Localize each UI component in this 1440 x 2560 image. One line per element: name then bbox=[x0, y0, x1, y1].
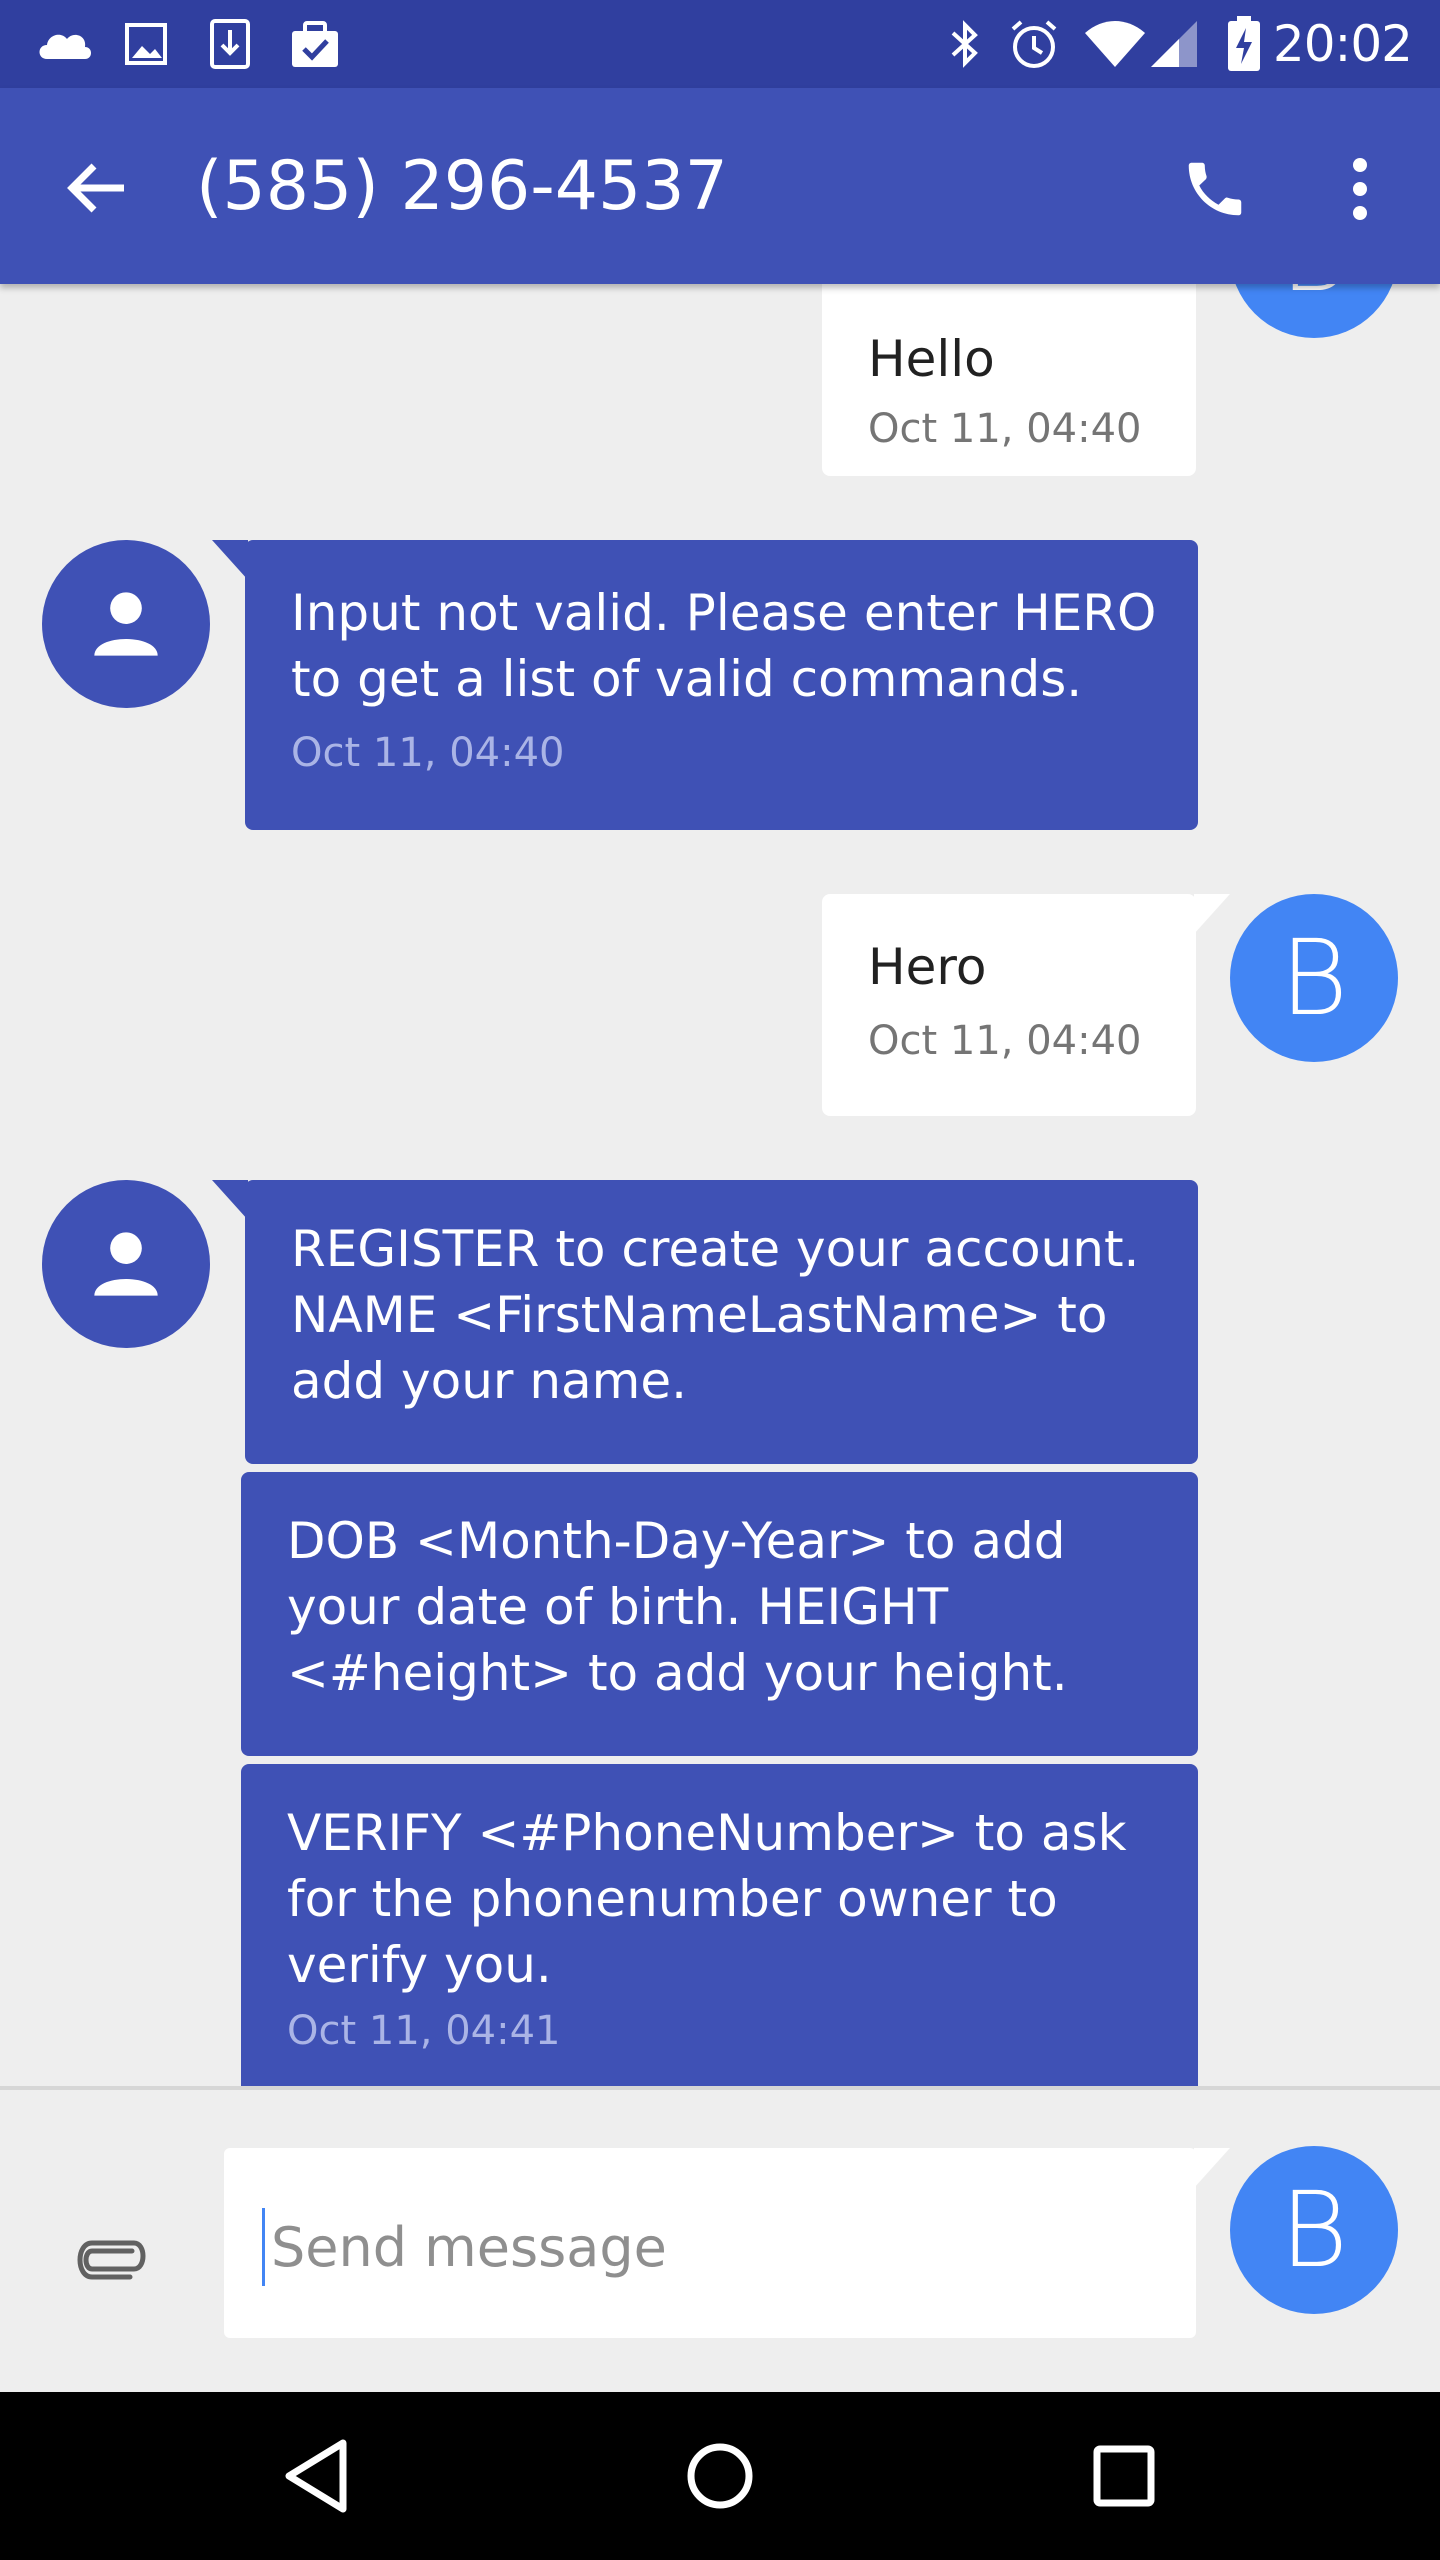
message-timestamp: Oct 11, 04:40 bbox=[868, 1018, 1142, 1064]
message-bubble-incoming[interactable]: Input not valid. Please enter HERO to ge… bbox=[245, 540, 1198, 830]
bluetooth-icon bbox=[940, 18, 990, 70]
paperclip-icon[interactable] bbox=[62, 2230, 162, 2290]
message-timestamp: Oct 11, 04:40 bbox=[291, 730, 565, 776]
navigation-bar bbox=[0, 2392, 1440, 2560]
avatar[interactable] bbox=[42, 540, 210, 708]
phone-icon[interactable] bbox=[1170, 144, 1260, 234]
bubble-tail bbox=[212, 1180, 248, 1220]
message-bubble-incoming[interactable]: VERIFY <#PhoneNumber> to ask for the pho… bbox=[241, 1764, 1198, 2086]
avatar[interactable]: B bbox=[1230, 894, 1398, 1062]
nav-back-icon[interactable] bbox=[266, 2426, 366, 2526]
battery-charging-icon bbox=[1224, 16, 1264, 71]
bubble-tail bbox=[1194, 2148, 1230, 2188]
avatar[interactable] bbox=[42, 1180, 210, 1348]
avatar[interactable]: B bbox=[1230, 284, 1398, 338]
message-text: DOB <Month-Day-Year> to add your date of… bbox=[287, 1512, 1068, 1702]
alarm-icon bbox=[1006, 18, 1062, 70]
message-text: VERIFY <#PhoneNumber> to ask for the pho… bbox=[287, 1804, 1127, 1994]
conversation-title: (585) 296-4537 bbox=[196, 147, 728, 226]
person-icon bbox=[94, 1232, 158, 1296]
message-text: Hello bbox=[868, 330, 995, 388]
message-bubble-incoming[interactable]: REGISTER to create your account. NAME <F… bbox=[245, 1180, 1198, 1464]
signal-icon bbox=[1148, 18, 1200, 70]
status-time: 20:02 bbox=[1272, 15, 1413, 73]
image-icon bbox=[122, 18, 170, 70]
wifi-icon bbox=[1082, 18, 1148, 70]
message-text: Input not valid. Please enter HERO to ge… bbox=[291, 584, 1157, 708]
message-text: REGISTER to create your account. NAME <F… bbox=[291, 1220, 1140, 1410]
message-timestamp: Oct 11, 04:40 bbox=[868, 406, 1142, 452]
message-input[interactable] bbox=[262, 2208, 1153, 2286]
bubble-tail bbox=[1194, 894, 1230, 934]
message-list[interactable]: Hello Oct 11, 04:40 B Input not valid. P… bbox=[0, 284, 1440, 2086]
compose-bar: B bbox=[0, 2086, 1440, 2392]
cloud-icon bbox=[34, 18, 94, 70]
status-bar: 20:02 bbox=[0, 0, 1440, 88]
message-text: Hero bbox=[868, 938, 987, 996]
send-avatar-button[interactable]: B bbox=[1230, 2146, 1398, 2314]
download-icon bbox=[206, 18, 254, 70]
nav-home-icon[interactable] bbox=[670, 2426, 770, 2526]
message-bubble-outgoing[interactable]: Hello Oct 11, 04:40 bbox=[822, 284, 1196, 476]
app-bar: (585) 296-4537 bbox=[0, 88, 1440, 284]
nav-recents-icon[interactable] bbox=[1074, 2426, 1174, 2526]
messaging-screen: 20:02 (585) 296-4537 Hello Oct 11, 04:40… bbox=[0, 0, 1440, 2560]
clipboard-check-icon bbox=[288, 18, 342, 70]
message-timestamp: Oct 11, 04:41 bbox=[287, 2008, 561, 2054]
more-vert-icon[interactable] bbox=[1330, 144, 1390, 234]
message-input-box bbox=[224, 2148, 1230, 2338]
person-icon bbox=[94, 592, 158, 656]
message-bubble-incoming[interactable]: DOB <Month-Day-Year> to add your date of… bbox=[241, 1472, 1198, 1756]
bubble-tail bbox=[212, 540, 248, 580]
message-bubble-outgoing[interactable]: Hero Oct 11, 04:40 bbox=[822, 894, 1196, 1116]
back-arrow-icon[interactable] bbox=[56, 148, 136, 228]
